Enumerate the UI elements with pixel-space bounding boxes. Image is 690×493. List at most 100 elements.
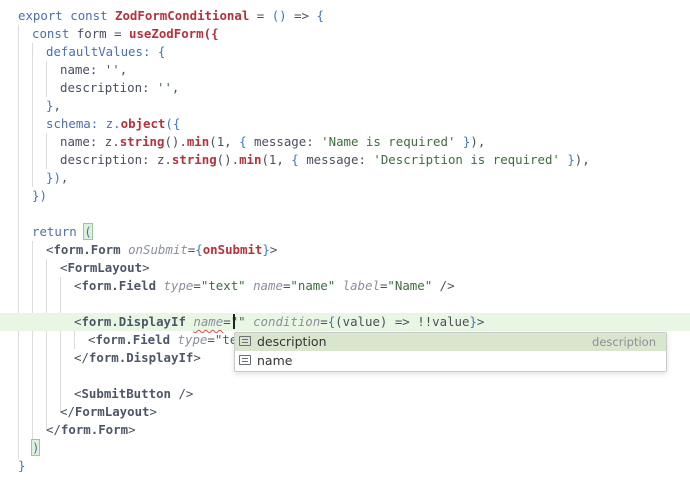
code-line: schema: z.object({ (0, 115, 690, 133)
code-token: type (177, 332, 208, 347)
code-token: > (269, 242, 278, 257)
code-token: message: (298, 152, 374, 167)
code-token: } (469, 314, 477, 329)
code-token: = (223, 314, 231, 329)
code-token: </ (74, 350, 89, 365)
code-line: <SubmitButton /> (0, 385, 690, 403)
code-token: label (342, 278, 380, 293)
code-token: string (119, 134, 165, 149)
code-token: '' (104, 62, 120, 77)
code-token: { (157, 44, 166, 59)
autocomplete-item-label: description (257, 334, 327, 349)
code-token: , (60, 170, 69, 185)
code-token: } (262, 242, 270, 257)
code-line: description: '', (0, 79, 690, 97)
code-token: = (207, 332, 215, 347)
autocomplete-item-description[interactable]: description description (235, 333, 666, 351)
code-token: { (291, 152, 299, 167)
code-token: (value) => !!value (335, 314, 470, 329)
code-token: }) (46, 170, 61, 185)
code-token: min (186, 134, 210, 149)
code-token: (). (164, 134, 187, 149)
autocomplete-item-label: name (257, 353, 293, 368)
code-token: SubmitButton (81, 386, 171, 401)
code-line: name: z.string().min(1, { message: 'Name… (0, 133, 690, 151)
code-line: description: z.string().min(1, { message… (0, 151, 690, 169)
code-token: , (119, 62, 128, 77)
code-token: form.Form (60, 422, 129, 437)
code-token: </ (46, 422, 61, 437)
code-line: <form.Field type="text" name="name" labe… (0, 277, 690, 295)
code-line: <FormLayout> (0, 259, 690, 277)
code-token: FormLayout (67, 260, 143, 275)
code-line: </FormLayout> (0, 403, 690, 421)
code-token: , (171, 80, 180, 95)
code-token: , (53, 98, 61, 113)
code-token: /> (432, 278, 455, 293)
text-field-icon (239, 355, 251, 365)
code-line: }), (0, 169, 690, 187)
code-token: (1, (209, 134, 240, 149)
code-token: 'Name is required' (321, 134, 456, 149)
code-token: > (128, 422, 136, 437)
code-token: }) (32, 188, 47, 203)
code-token: name (253, 278, 283, 293)
code-token: => (286, 8, 317, 23)
code-token: onSubmit (202, 242, 263, 257)
code-token: /> (171, 386, 194, 401)
code-line: return ( (0, 223, 690, 241)
code-line: name: '', (0, 61, 690, 79)
code-token: ZodFormConditional (115, 8, 250, 23)
code-token: } (559, 152, 575, 167)
code-token: ({ (165, 116, 181, 131)
matching-bracket: ( (83, 223, 93, 240)
code-line: } (0, 457, 690, 475)
code-token: (1, (261, 152, 292, 167)
code-token: > (142, 260, 150, 275)
code-token: form.DisplayIf (88, 350, 194, 365)
code-editor[interactable]: export const ZodFormConditional = () => … (0, 0, 690, 493)
code-token: const (70, 8, 108, 23)
current-line[interactable]: <form.DisplayIf name="" condition={(valu… (0, 313, 690, 331)
code-token: useZodForm (129, 26, 204, 41)
code-token: = (249, 8, 272, 23)
matching-bracket: ) (30, 439, 41, 456)
code-token: condition (253, 314, 321, 329)
code-line: defaultValues: { (0, 43, 690, 61)
code-token: description: z. (60, 152, 172, 167)
code-token: "text" (200, 278, 246, 293)
code-token: > (476, 314, 485, 329)
autocomplete-item-name[interactable]: name (235, 352, 666, 370)
code-token: "name" (290, 278, 336, 293)
code-token: = (320, 314, 328, 329)
code-line: const form = useZodForm({ (0, 25, 690, 43)
code-token: form.Field (95, 332, 171, 347)
code-token: form.DisplayIf (81, 314, 186, 329)
autocomplete-popup[interactable]: description description name (234, 332, 667, 372)
autocomplete-item-detail: description (592, 335, 656, 349)
code-token: " (238, 314, 246, 329)
code-token: ({ (203, 26, 219, 41)
error-squiggle[interactable]: name (193, 314, 223, 329)
code-token: object (120, 116, 166, 131)
code-token: { (195, 242, 203, 257)
code-token: () (271, 8, 287, 23)
code-line: ) (0, 439, 690, 457)
code-token: ), (574, 152, 590, 167)
code-token: ), (470, 134, 486, 149)
code-token: name: z. (60, 134, 120, 149)
code-token: } (455, 134, 471, 149)
code-token: form = (69, 26, 129, 41)
text-field-icon (239, 336, 251, 346)
code-line: <form.Form onSubmit={onSubmit}> (0, 241, 690, 259)
code-token: FormLayout (74, 404, 150, 419)
code-token: (). (216, 152, 240, 167)
code-token: defaultValues: (46, 44, 158, 59)
code-token: const (32, 26, 70, 41)
